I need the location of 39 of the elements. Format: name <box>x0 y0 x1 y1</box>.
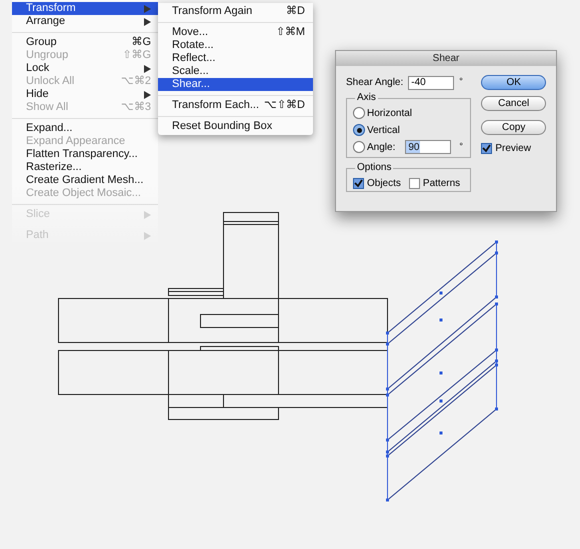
group-legend: Options <box>355 162 394 174</box>
menu-item[interactable]: Transform <box>12 2 158 15</box>
checkbox-label: Preview <box>495 142 531 156</box>
degree-unit: ° <box>459 140 463 153</box>
menu-item[interactable]: Create Gradient Mesh... <box>12 174 158 187</box>
radio-button[interactable] <box>353 107 365 119</box>
menu-item[interactable]: Reset Bounding Box <box>158 120 313 133</box>
menu-item[interactable]: Shear... <box>158 78 313 91</box>
dialog-title: Shear <box>336 51 556 66</box>
menu-item[interactable]: Transform Each... ⌥⇧⌘D <box>158 99 313 112</box>
radio-label: Angle: <box>367 140 396 154</box>
menu-item[interactable]: Group ⌘G <box>12 36 158 49</box>
dialog-button[interactable]: Cancel <box>481 96 546 111</box>
checkbox[interactable] <box>408 178 420 188</box>
menu-item[interactable]: Rotate... <box>158 39 313 52</box>
checkbox[interactable] <box>481 143 492 154</box>
dialog-button[interactable]: Copy <box>481 120 546 135</box>
menu-item[interactable]: Lock <box>12 62 158 75</box>
radio-button[interactable] <box>353 124 365 136</box>
menu-item[interactable]: Move... ⇧⌘M <box>158 26 313 39</box>
menu-item[interactable]: Flatten Transparency... <box>12 148 158 161</box>
dialog-button[interactable]: OK <box>481 75 546 90</box>
checkbox-label: Objects <box>367 176 401 190</box>
menu-item[interactable]: Rasterize... <box>12 161 158 174</box>
menu-item[interactable]: Transform Again ⌘D <box>158 5 313 18</box>
degree-unit: ° <box>459 75 463 88</box>
radio-label: Vertical <box>367 124 400 138</box>
menu-item[interactable]: Hide <box>12 88 158 101</box>
menu-item[interactable]: Reflect... <box>158 52 313 65</box>
menu-item[interactable]: Scale... <box>158 65 313 78</box>
checkbox-label: Patterns <box>422 176 460 190</box>
shear-angle-field[interactable]: -40 <box>408 76 454 90</box>
checkbox[interactable] <box>353 178 364 188</box>
menu-item[interactable]: Arrange <box>12 15 158 28</box>
radio-label: Horizontal <box>367 106 412 120</box>
menu-item[interactable]: Expand... <box>12 122 158 135</box>
angle-field[interactable]: 90 <box>405 140 452 154</box>
shear-angle-label: Shear Angle: <box>346 76 404 90</box>
radio-button[interactable] <box>353 141 365 153</box>
